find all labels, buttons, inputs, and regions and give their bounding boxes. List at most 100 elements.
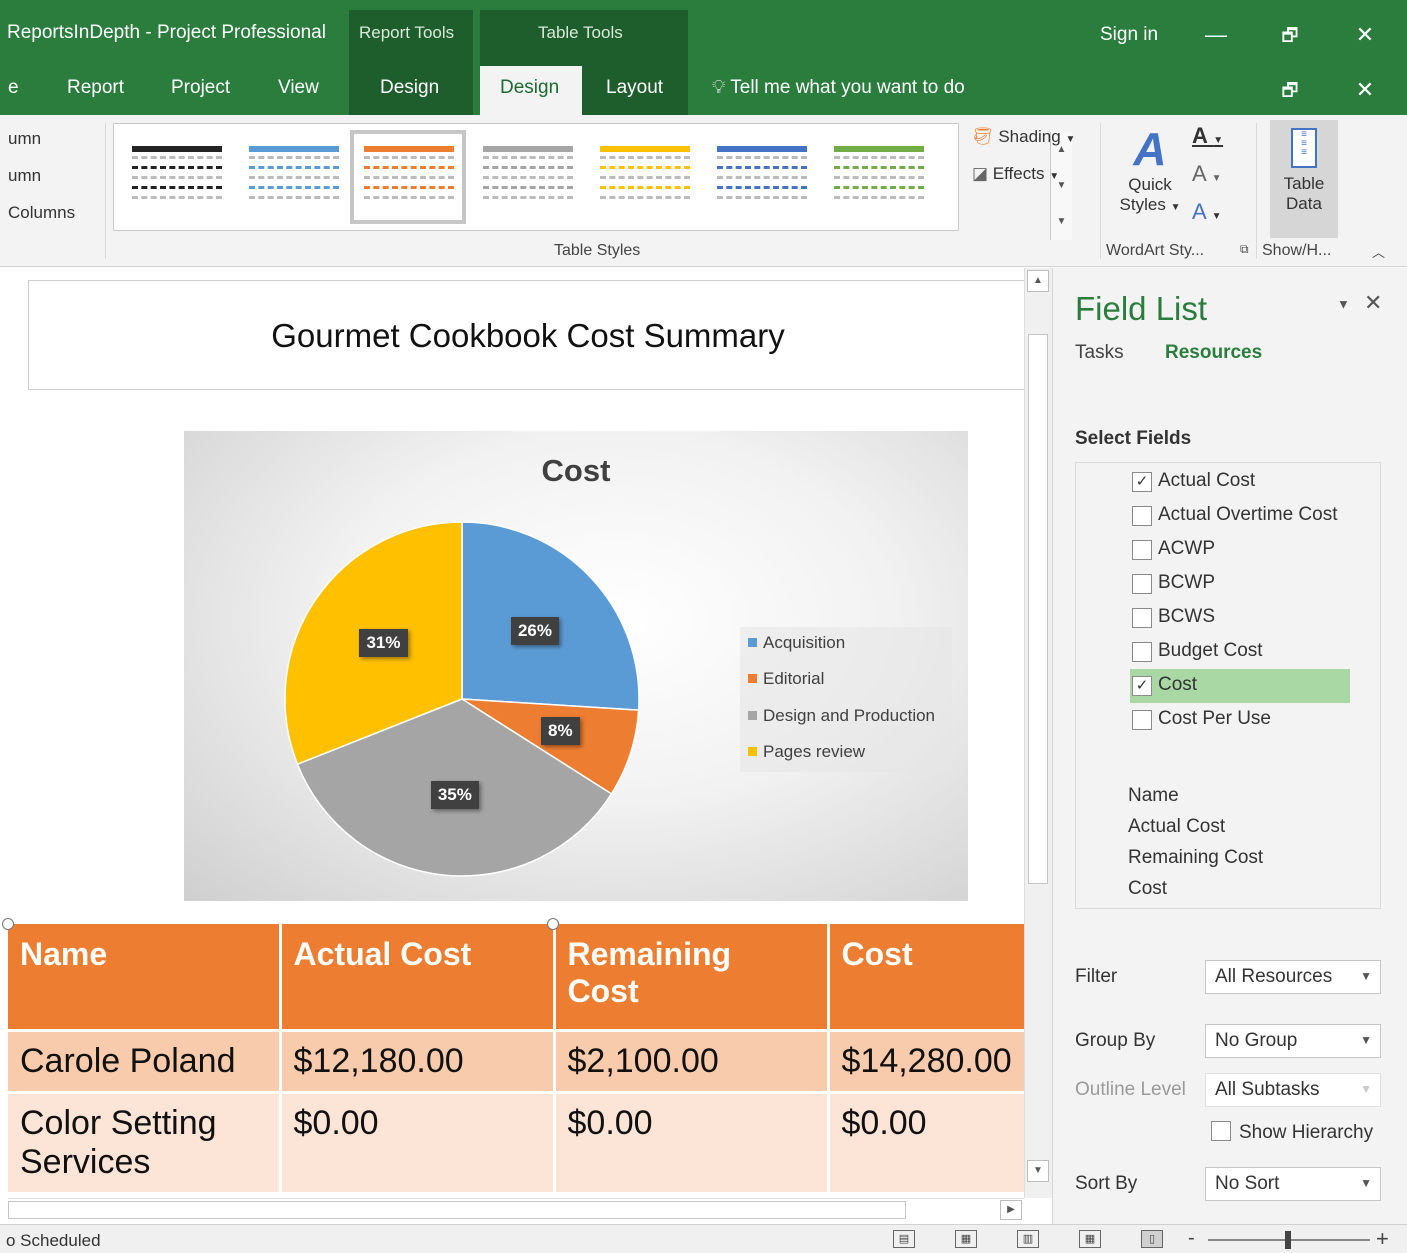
show-hierarchy-checkbox[interactable] bbox=[1211, 1120, 1231, 1141]
sign-in-link[interactable]: Sign in bbox=[1100, 24, 1158, 46]
table-data-button[interactable]: ≡ ≡ ≡ Table Data bbox=[1270, 120, 1338, 238]
table-style-swatch[interactable] bbox=[707, 134, 811, 220]
shading-button[interactable]: 🪣︎ Shading ▼ bbox=[972, 127, 1075, 147]
team-planner-icon[interactable]: ▥ bbox=[1017, 1230, 1039, 1248]
dialog-launcher-icon[interactable]: ⧉ bbox=[1240, 242, 1249, 257]
scroll-right-icon[interactable]: ▶ bbox=[1000, 1200, 1022, 1220]
tell-me-box[interactable]: 💡︎ Tell me what you want to do bbox=[712, 77, 965, 99]
hscroll-thumb[interactable] bbox=[8, 1201, 906, 1219]
ribbon-restore-icon[interactable]: 🗗 bbox=[1270, 75, 1310, 105]
tab-partial[interactable]: e bbox=[8, 77, 19, 99]
scroll-down-icon[interactable]: ▼ bbox=[1027, 1160, 1049, 1182]
ribbon-left-item-1[interactable]: umn bbox=[8, 129, 41, 149]
checkbox[interactable] bbox=[1132, 710, 1152, 730]
text-outline-icon[interactable]: A ▼ bbox=[1192, 161, 1221, 187]
resize-handle[interactable] bbox=[2, 918, 14, 930]
column-header-cost[interactable]: Cost bbox=[828, 924, 1028, 1030]
cost-pie-chart[interactable]: Cost 26% 8% 35% 31% Acquisition Editorial D… bbox=[184, 431, 968, 901]
checkbox[interactable] bbox=[1132, 506, 1152, 526]
table-style-swatch[interactable] bbox=[824, 134, 928, 220]
swatch-row bbox=[249, 146, 339, 152]
cell-actual-cost[interactable]: $0.00 bbox=[280, 1090, 556, 1192]
resize-handle[interactable] bbox=[547, 918, 559, 930]
collapse-ribbon-icon[interactable]: ︿ bbox=[1372, 242, 1385, 261]
vertical-scrollbar[interactable]: ▲ ▼ bbox=[1024, 268, 1052, 1198]
field-item-bcwp[interactable]: BCWP bbox=[1130, 567, 1350, 601]
zoom-slider-thumb[interactable] bbox=[1285, 1231, 1291, 1249]
field-item-cost[interactable]: ✓ Cost bbox=[1130, 669, 1350, 703]
table-style-swatch[interactable] bbox=[122, 134, 226, 220]
ribbon-close-icon[interactable]: ✕ bbox=[1345, 75, 1385, 105]
filter-dropdown[interactable]: All Resources ▼ bbox=[1205, 960, 1381, 994]
ribbon-left-item-2[interactable]: umn bbox=[8, 166, 41, 186]
tab-resources[interactable]: Resources bbox=[1165, 342, 1262, 364]
swatch-row bbox=[132, 146, 222, 152]
outline-level-dropdown[interactable]: All Subtasks ▼ bbox=[1205, 1073, 1381, 1107]
field-item-actual-cost[interactable]: ✓ Actual Cost bbox=[1130, 465, 1350, 499]
restore-icon[interactable]: 🗗 bbox=[1270, 20, 1310, 50]
checkbox[interactable] bbox=[1132, 574, 1152, 594]
selected-field[interactable]: Remaining Cost bbox=[1128, 847, 1263, 869]
scroll-thumb[interactable] bbox=[1028, 334, 1048, 884]
text-effects-icon[interactable]: A ▼ bbox=[1192, 199, 1221, 225]
scroll-up-icon[interactable]: ▲ bbox=[1027, 270, 1049, 292]
show-hierarchy-option[interactable]: Show Hierarchy bbox=[1211, 1120, 1373, 1144]
tab-view[interactable]: View bbox=[278, 77, 319, 99]
table-style-swatch[interactable] bbox=[239, 134, 343, 220]
horizontal-scrollbar[interactable]: ▶ bbox=[8, 1198, 1024, 1220]
minimize-icon[interactable]: — bbox=[1196, 20, 1236, 50]
selected-field[interactable]: Actual Cost bbox=[1128, 816, 1225, 838]
pane-close-icon[interactable]: ✕ bbox=[1364, 290, 1382, 315]
selected-field[interactable]: Name bbox=[1128, 785, 1179, 807]
close-icon[interactable]: ✕ bbox=[1345, 20, 1385, 50]
checkbox[interactable] bbox=[1132, 608, 1152, 628]
tab-layout[interactable]: Layout bbox=[606, 77, 663, 99]
column-header-remaining-cost[interactable]: Remaining Cost bbox=[554, 924, 830, 1030]
table-data-icon: ≡ ≡ ≡ bbox=[1291, 128, 1317, 168]
zoom-out-icon[interactable]: - bbox=[1188, 1227, 1195, 1250]
task-usage-icon[interactable]: ▦ bbox=[955, 1230, 977, 1248]
table-style-swatch[interactable] bbox=[473, 134, 577, 220]
ribbon-left-item-3[interactable]: Columns bbox=[8, 203, 75, 223]
report-view-icon[interactable]: ▯ bbox=[1141, 1230, 1163, 1248]
tab-tasks[interactable]: Tasks bbox=[1075, 342, 1124, 364]
pane-options-icon[interactable]: ▼ bbox=[1337, 297, 1350, 312]
field-item-budget-cost[interactable]: Budget Cost bbox=[1130, 635, 1350, 669]
column-header-actual-cost[interactable]: Actual Cost bbox=[280, 924, 556, 1030]
gantt-view-icon[interactable]: ▤ bbox=[893, 1230, 915, 1248]
field-item-cost-per-use[interactable]: Cost Per Use bbox=[1130, 703, 1350, 737]
selected-field[interactable]: Cost bbox=[1128, 878, 1167, 900]
effects-button[interactable]: ◪ Effects ▼ bbox=[972, 164, 1059, 184]
cost-table[interactable]: Name Actual Cost Remaining Cost Cost Caro… bbox=[8, 924, 1028, 1192]
tab-project[interactable]: Project bbox=[171, 77, 230, 99]
text-fill-icon[interactable]: A ▼ bbox=[1192, 123, 1223, 149]
gallery-more-icon[interactable]: ▼ bbox=[1051, 204, 1072, 240]
checkbox[interactable] bbox=[1132, 540, 1152, 560]
cell-cost[interactable]: $14,280.00 bbox=[828, 1028, 1028, 1092]
pie-slice[interactable] bbox=[461, 521, 640, 711]
cell-remaining-cost[interactable]: $2,100.00 bbox=[554, 1028, 830, 1092]
sort-by-dropdown[interactable]: No Sort ▼ bbox=[1205, 1167, 1381, 1201]
group-by-dropdown[interactable]: No Group ▼ bbox=[1205, 1024, 1381, 1058]
cell-actual-cost[interactable]: $12,180.00 bbox=[280, 1028, 556, 1092]
table-style-swatch[interactable] bbox=[590, 134, 694, 220]
column-header-name[interactable]: Name bbox=[8, 924, 282, 1030]
zoom-in-icon[interactable]: + bbox=[1376, 1226, 1389, 1252]
report-title-box[interactable]: Gourmet Cookbook Cost Summary bbox=[28, 280, 1028, 390]
field-item-bcws[interactable]: BCWS bbox=[1130, 601, 1350, 635]
checkbox[interactable]: ✓ bbox=[1132, 676, 1152, 696]
tab-report[interactable]: Report bbox=[67, 77, 124, 99]
field-item-actual-overtime-cost[interactable]: Actual Overtime Cost bbox=[1130, 499, 1350, 533]
table-style-swatch-selected[interactable] bbox=[350, 130, 466, 224]
field-item-acwp[interactable]: ACWP bbox=[1130, 533, 1350, 567]
cell-name[interactable]: Color Setting Services bbox=[8, 1090, 282, 1192]
resource-sheet-icon[interactable]: ▦ bbox=[1079, 1230, 1101, 1248]
checkbox[interactable]: ✓ bbox=[1132, 472, 1152, 492]
quick-styles-button[interactable]: A Quick Styles ▼ bbox=[1112, 123, 1188, 215]
tab-report-design[interactable]: Design bbox=[380, 77, 439, 99]
cell-name[interactable]: Carole Poland bbox=[8, 1028, 282, 1092]
cell-remaining-cost[interactable]: $0.00 bbox=[554, 1090, 830, 1192]
checkbox[interactable] bbox=[1132, 642, 1152, 662]
cell-cost[interactable]: $0.00 bbox=[828, 1090, 1028, 1192]
tab-table-design[interactable]: Design bbox=[480, 66, 582, 115]
